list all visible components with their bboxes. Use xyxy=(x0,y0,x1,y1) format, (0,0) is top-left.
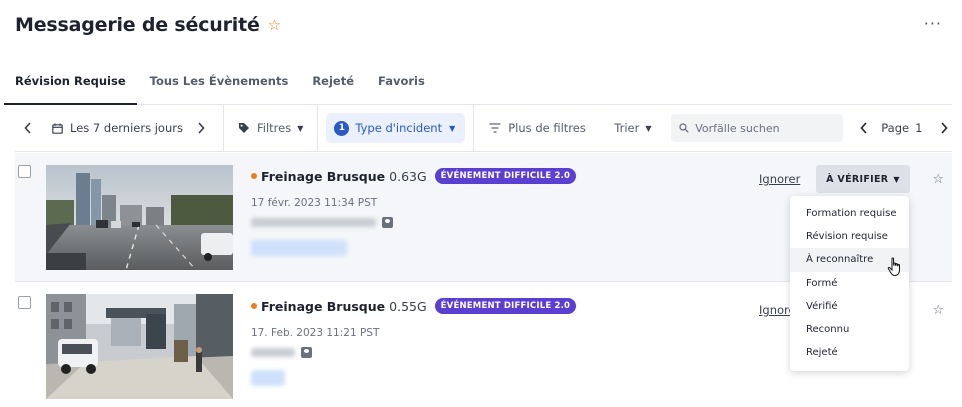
page-header: Messagerie de sécurité ☆ xyxy=(15,14,281,36)
date-range-selector[interactable]: Les 7 derniers jours xyxy=(45,105,183,152)
hard-event-badge: ÉVÉNEMENT DIFFICILE 2.0 xyxy=(434,168,577,184)
redacted-driver-info xyxy=(251,218,376,227)
redacted-tags xyxy=(251,240,347,256)
status-dropdown-button[interactable]: À VÉRIFIER ▼ xyxy=(816,165,910,193)
event-name[interactable]: Freinage Brusque xyxy=(261,169,385,184)
event-info: Freinage Brusque 0.63G ÉVÉNEMENT DIFFICI… xyxy=(251,168,577,256)
event-gforce: 0.63G xyxy=(389,168,427,184)
event-thumbnail[interactable] xyxy=(46,294,233,399)
page-title: Messagerie de sécurité xyxy=(15,14,260,36)
event-thumbnail[interactable] xyxy=(46,165,233,270)
severity-dot-icon xyxy=(251,303,257,309)
row-star-icon[interactable]: ☆ xyxy=(932,303,944,318)
status-option-verifie[interactable]: Vérifié xyxy=(790,295,909,318)
search-box[interactable] xyxy=(671,114,844,142)
hard-event-badge: ÉVÉNEMENT DIFFICILE 2.0 xyxy=(434,298,577,314)
tab-revision-requise[interactable]: Révision Requise xyxy=(4,62,137,105)
chevron-right-icon xyxy=(198,122,205,134)
chevron-left-icon xyxy=(24,122,31,134)
chevron-left-icon xyxy=(860,122,867,134)
driver-vehicle-line xyxy=(251,217,576,228)
event-title-line: Freinage Brusque 0.55G ÉVÉNEMENT DIFFICI… xyxy=(251,298,577,314)
sort-dropdown[interactable]: Trier ▼ xyxy=(614,105,671,152)
page-label: Page xyxy=(881,121,910,135)
sort-label: Trier xyxy=(614,121,640,135)
filters-label: Filtres xyxy=(256,121,292,135)
date-range-label: Les 7 derniers jours xyxy=(70,121,183,135)
status-option-reconnu[interactable]: Reconnu xyxy=(790,318,909,341)
page-next-button[interactable] xyxy=(922,105,948,152)
severity-dot-icon xyxy=(251,173,257,179)
tab-tous-les-evenements[interactable]: Tous Les Évènements xyxy=(150,62,289,105)
filters-dropdown[interactable]: Filtres ▼ xyxy=(224,105,317,152)
row-checkbox[interactable] xyxy=(18,165,31,178)
chevron-right-icon xyxy=(941,122,948,134)
status-option-rejete[interactable]: Rejeté xyxy=(790,341,909,364)
incident-count-badge: 1 xyxy=(334,120,350,136)
driver-vehicle-line xyxy=(251,347,576,358)
search-icon xyxy=(679,123,690,133)
ignore-link[interactable]: Ignorer xyxy=(759,172,800,186)
calendar-icon xyxy=(52,123,63,134)
dashcam-image xyxy=(46,294,233,399)
event-title-line: Freinage Brusque 0.63G ÉVÉNEMENT DIFFICI… xyxy=(251,168,577,184)
incident-type-label: Type d'incident xyxy=(355,121,443,135)
caret-down-icon: ▼ xyxy=(645,123,652,133)
redacted-driver-info xyxy=(251,348,295,357)
tab-bar: Révision Requise Tous Les Évènements Rej… xyxy=(4,62,952,105)
event-timestamp: 17 févr. 2023 11:34 PST xyxy=(251,197,378,209)
pagination-label: Page 1 xyxy=(881,105,922,152)
more-filters-label: Plus de filtres xyxy=(508,121,586,135)
status-option-formation-requise[interactable]: Formation requise xyxy=(790,202,909,225)
incident-type-pill[interactable]: 1 Type d'incident ▼ xyxy=(326,113,466,143)
caret-down-icon: ▼ xyxy=(893,174,900,184)
caret-down-icon: ▼ xyxy=(449,123,456,133)
favorite-star-icon[interactable]: ☆ xyxy=(268,16,281,34)
row-checkbox[interactable] xyxy=(18,296,31,309)
more-filters-button[interactable]: Plus de filtres xyxy=(474,105,614,152)
filter-toolbar: Les 7 derniers jours Filtres ▼ 1 Type d'… xyxy=(15,104,952,152)
tab-rejete[interactable]: Rejeté xyxy=(312,62,354,105)
driver-id-icon xyxy=(301,347,312,358)
search-input[interactable] xyxy=(695,121,836,135)
event-info: Freinage Brusque 0.55G ÉVÉNEMENT DIFFICI… xyxy=(251,298,577,386)
status-option-revision-requise[interactable]: Révision requise xyxy=(790,225,909,248)
page-prev-button[interactable] xyxy=(843,105,881,152)
dashcam-image xyxy=(46,165,233,270)
event-gforce: 0.55G xyxy=(389,298,427,314)
row-star-icon[interactable]: ☆ xyxy=(932,172,944,187)
date-prev-button[interactable] xyxy=(15,105,45,152)
tab-favoris[interactable]: Favoris xyxy=(378,62,425,105)
hand-cursor-icon xyxy=(887,257,900,277)
filter-lines-icon xyxy=(489,123,501,133)
tag-icon xyxy=(238,123,249,133)
redacted-tags xyxy=(251,370,285,386)
status-dropdown-menu: Formation requise Révision requise À rec… xyxy=(790,196,909,371)
incident-type-filter[interactable]: 1 Type d'incident ▼ xyxy=(318,105,473,152)
status-label: À VÉRIFIER xyxy=(826,173,889,185)
event-name[interactable]: Freinage Brusque xyxy=(261,299,385,314)
event-timestamp: 17. Feb. 2023 11:21 PST xyxy=(251,327,380,339)
page-number: 1 xyxy=(915,121,923,135)
driver-id-icon xyxy=(382,217,393,228)
more-options-icon[interactable]: ··· xyxy=(924,14,942,33)
caret-down-icon: ▼ xyxy=(297,123,304,133)
date-next-button[interactable] xyxy=(183,105,217,152)
